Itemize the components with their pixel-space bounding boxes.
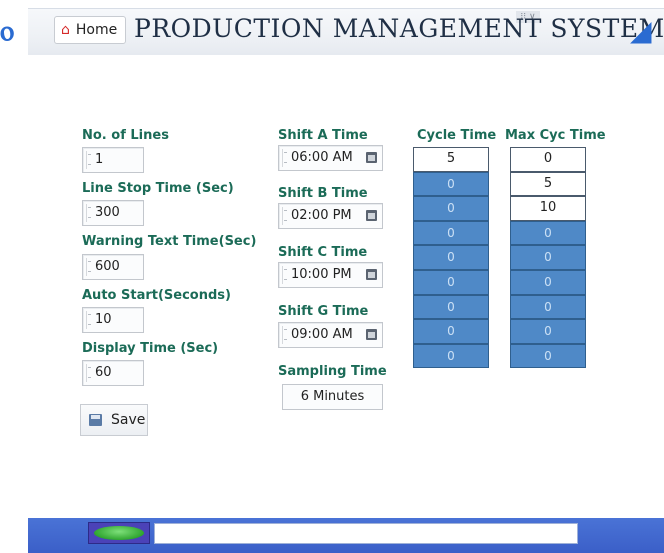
- no-of-lines-input[interactable]: 1: [82, 147, 144, 173]
- shift-c-label: Shift C Time: [278, 245, 368, 260]
- save-disk-icon: [89, 414, 102, 426]
- cycle-time-cell[interactable]: 0: [413, 245, 489, 270]
- display-time-value: 60: [95, 365, 112, 380]
- sampling-time-select[interactable]: 6 Minutes: [282, 384, 383, 410]
- auto-start-label: Auto Start(Seconds): [82, 288, 231, 303]
- status-progress-field: [154, 523, 578, 544]
- max-cyc-time-cell[interactable]: 5: [510, 171, 586, 197]
- cycle-time-column: 500000000: [413, 147, 489, 369]
- max-cyc-time-cell[interactable]: 0: [510, 319, 586, 344]
- calendar-icon[interactable]: [366, 329, 377, 340]
- auto-start-input[interactable]: 10: [82, 307, 144, 333]
- status-indicator: [88, 522, 150, 544]
- display-time-label: Display Time (Sec): [82, 341, 219, 356]
- shift-a-time-picker[interactable]: 06:00 AM: [278, 145, 383, 171]
- cycle-time-cell[interactable]: 0: [413, 343, 489, 369]
- page-title: PRODUCTION MANAGEMENT SYSTEM: [134, 14, 664, 43]
- line-stop-time-value: 300: [95, 205, 120, 220]
- shift-b-value: 02:00 PM: [291, 208, 352, 223]
- max-cyc-time-cell[interactable]: 0: [510, 343, 586, 369]
- max-cyc-time-cell[interactable]: 0: [510, 220, 586, 246]
- logo-right-icon: ◢: [630, 14, 652, 47]
- cycle-time-cell[interactable]: 0: [413, 294, 489, 320]
- cycle-time-cell[interactable]: 0: [413, 171, 489, 197]
- spinner-grip[interactable]: [282, 326, 288, 344]
- line-stop-time-label: Line Stop Time (Sec): [82, 181, 234, 196]
- shift-c-time-picker[interactable]: 10:00 PM: [278, 262, 383, 288]
- shift-g-label: Shift G Time: [278, 304, 369, 319]
- shift-c-value: 10:00 PM: [291, 267, 352, 282]
- warning-text-time-value: 600: [95, 259, 120, 274]
- warning-text-time-input[interactable]: 600: [82, 254, 144, 280]
- spinner-grip[interactable]: [86, 204, 92, 222]
- line-stop-time-input[interactable]: 300: [82, 200, 144, 226]
- status-bar: [28, 518, 664, 553]
- max-cyc-time-cell[interactable]: 0: [510, 269, 586, 295]
- no-of-lines-label: No. of Lines: [82, 128, 169, 143]
- cycle-time-cell[interactable]: 5: [413, 147, 489, 172]
- shift-b-label: Shift B Time: [278, 186, 368, 201]
- max-cyc-time-cell[interactable]: 0: [510, 294, 586, 320]
- warning-text-time-label: Warning Text Time(Sec): [82, 234, 257, 249]
- shift-a-value: 06:00 AM: [291, 150, 353, 165]
- spinner-grip[interactable]: [86, 258, 92, 276]
- shift-a-label: Shift A Time: [278, 128, 368, 143]
- calendar-icon[interactable]: [366, 269, 377, 280]
- save-button[interactable]: Save: [80, 404, 148, 436]
- spinner-grip[interactable]: [86, 364, 92, 382]
- spinner-grip[interactable]: [86, 311, 92, 329]
- home-icon: ⌂: [61, 22, 70, 38]
- home-button[interactable]: ⌂ Home: [54, 16, 126, 44]
- no-of-lines-value: 1: [95, 152, 104, 167]
- cycle-time-header: Cycle Time: [417, 128, 497, 143]
- display-time-input[interactable]: 60: [82, 360, 144, 386]
- calendar-icon[interactable]: [366, 152, 377, 163]
- cycle-time-cell[interactable]: 0: [413, 319, 489, 344]
- shift-g-value: 09:00 AM: [291, 327, 353, 342]
- spinner-grip[interactable]: [86, 151, 92, 169]
- max-cyc-time-header: Max Cyc Time: [505, 128, 606, 143]
- logo-left-icon: ⲟ: [0, 14, 14, 47]
- max-cyc-time-cell[interactable]: 0: [510, 245, 586, 270]
- save-label: Save: [111, 412, 146, 428]
- spinner-grip[interactable]: [282, 149, 288, 167]
- sampling-time-label: Sampling Time: [278, 364, 387, 379]
- cycle-time-cell[interactable]: 0: [413, 220, 489, 246]
- cycle-time-cell[interactable]: 0: [413, 196, 489, 221]
- spinner-grip[interactable]: [282, 266, 288, 284]
- max-cyc-time-cell[interactable]: 10: [510, 196, 586, 221]
- max-cyc-time-cell[interactable]: 0: [510, 147, 586, 172]
- shift-b-time-picker[interactable]: 02:00 PM: [278, 203, 383, 229]
- home-label: Home: [75, 22, 118, 38]
- max-cyc-time-column: 0 5 10 0 0 0 0 0 0: [510, 147, 586, 369]
- status-led-icon: [94, 526, 144, 540]
- calendar-icon[interactable]: [366, 210, 377, 221]
- shift-g-time-picker[interactable]: 09:00 AM: [278, 322, 383, 348]
- cycle-time-cell[interactable]: 0: [413, 269, 489, 295]
- spinner-grip[interactable]: [282, 207, 288, 225]
- auto-start-value: 10: [95, 312, 112, 327]
